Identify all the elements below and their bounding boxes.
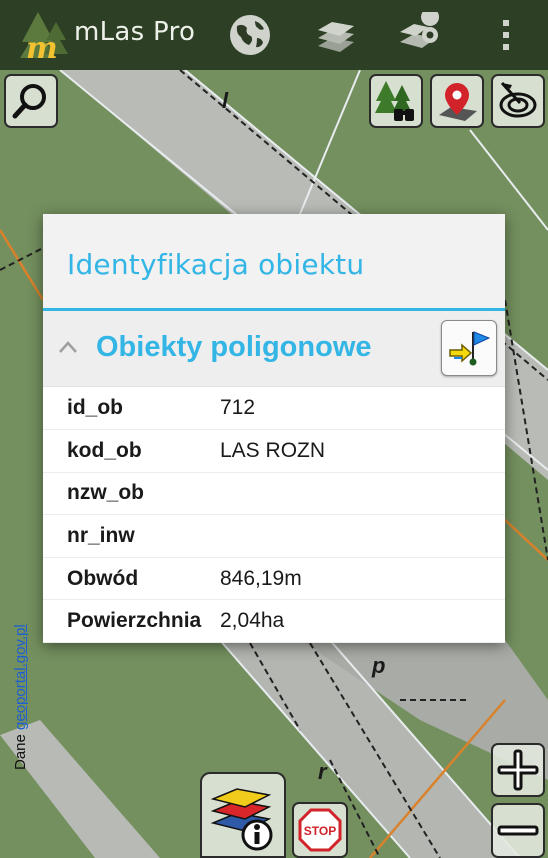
attribute-name: nr_inw (67, 524, 135, 548)
table-row: Obwód 846,19m (43, 557, 505, 600)
zoom-in-icon (497, 749, 539, 791)
stop-button[interactable]: STOP (292, 802, 348, 858)
stop-icon: STOP (298, 808, 342, 852)
identify-object-dialog: Identyfikacja obiektu Obiekty poligonowe… (43, 214, 505, 643)
navigate-to-object-button[interactable] (441, 320, 497, 376)
map-label: r (318, 759, 328, 784)
table-row: nzw_ob (43, 472, 505, 515)
map-label: p (371, 653, 385, 678)
attribution-prefix: Dane (12, 729, 29, 770)
attribute-name: Obwód (67, 566, 139, 590)
layers-info-button[interactable] (200, 772, 286, 858)
action-bar: m mLas Pro (0, 0, 548, 70)
gps-tracking-button[interactable] (491, 74, 545, 128)
flag-navigate-icon (449, 331, 491, 366)
attribution-link[interactable]: geoportal.gov.pl (12, 624, 29, 730)
attribute-table: id_ob 712 kod_ob LAS ROZN nzw_ob nr_inw … (43, 387, 505, 643)
search-button[interactable] (4, 74, 58, 128)
overflow-menu-icon[interactable] (478, 8, 534, 62)
attribute-value: LAS ROZN (220, 438, 326, 462)
attribute-value (220, 472, 505, 515)
section-header-polygons[interactable]: Obiekty poligonowe (43, 311, 505, 387)
zoom-in-button[interactable] (491, 743, 545, 797)
chevron-up-icon[interactable] (57, 338, 79, 356)
attribute-value: 712 (220, 396, 256, 420)
app-title: mLas Pro (74, 17, 196, 47)
map-label: l (222, 88, 229, 113)
search-icon (12, 84, 46, 119)
zoom-out-icon (497, 825, 539, 835)
layers-info-icon (210, 788, 273, 851)
attribute-value: 846,19m (220, 566, 302, 590)
attribute-name: id_ob (67, 396, 123, 420)
dialog-title: Identyfikacja obiektu (67, 248, 365, 281)
gps-tracking-icon (499, 81, 537, 118)
map-pin-overlay-icon[interactable] (393, 8, 449, 62)
attribute-value: 2,04ha (220, 609, 285, 633)
section-title: Obiekty poligonowe (96, 331, 372, 363)
attribute-name: Powierzchnia (67, 609, 202, 633)
dialog-header: Identyfikacja obiektu (43, 214, 505, 311)
location-pin-icon (439, 83, 477, 121)
attribute-name: nzw_ob (67, 481, 144, 505)
svg-text:m: m (26, 31, 58, 62)
table-row: Powierzchnia 2,04ha (43, 600, 505, 643)
attribute-value (220, 515, 505, 558)
table-row: nr_inw (43, 515, 505, 558)
stop-label: STOP (304, 824, 336, 838)
location-pin-button[interactable] (430, 74, 484, 128)
table-row: id_ob 712 (43, 387, 505, 430)
forest-search-button[interactable] (369, 74, 423, 128)
map-attribution: Dane geoportal.gov.pl (12, 624, 29, 770)
layers-icon[interactable] (307, 8, 363, 62)
globe-icon[interactable] (222, 8, 278, 62)
table-row: kod_ob LAS ROZN (43, 430, 505, 473)
zoom-out-button[interactable] (491, 803, 545, 858)
app-logo-icon[interactable]: m (16, 8, 72, 66)
attribute-name: kod_ob (67, 438, 142, 462)
forest-binoculars-icon (375, 81, 414, 121)
